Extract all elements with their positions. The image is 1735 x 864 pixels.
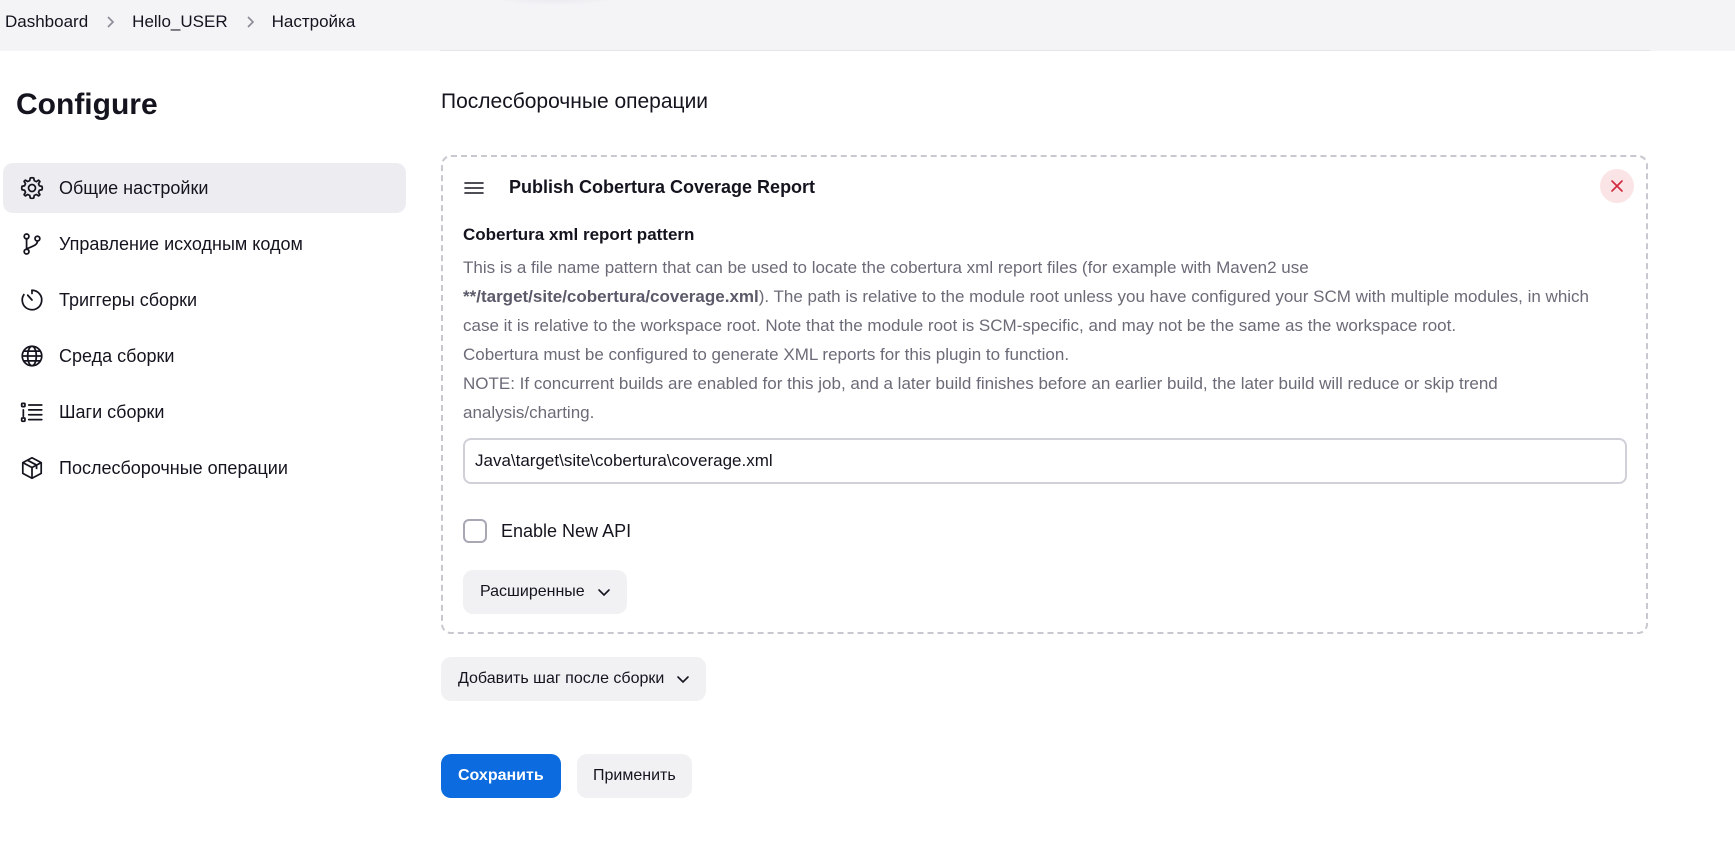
drag-handle-icon[interactable] xyxy=(463,179,485,197)
sidebar-item-label: Триггеры сборки xyxy=(59,289,198,310)
gear-icon xyxy=(17,173,47,203)
source-branch-icon xyxy=(17,229,47,259)
sidebar-item-general[interactable]: Общие настройки xyxy=(3,163,406,213)
close-icon xyxy=(1611,180,1623,192)
report-pattern-input[interactable] xyxy=(463,438,1627,484)
sidebar-item-label: Общие настройки xyxy=(59,177,209,198)
save-button[interactable]: Сохранить xyxy=(441,754,561,798)
sidebar-item-scm[interactable]: Управление исходным кодом xyxy=(3,219,406,269)
header-divider xyxy=(440,50,1650,51)
sidebar-item-post-build[interactable]: Послесборочные операции xyxy=(3,443,406,493)
chevron-right-icon xyxy=(88,15,132,29)
help-example-path: **/target/site/cobertura/coverage.xml xyxy=(463,287,759,306)
advanced-button[interactable]: Расширенные xyxy=(463,570,627,614)
breadcrumb: Dashboard Hello_USER Настройка xyxy=(5,10,355,34)
chevron-down-icon xyxy=(597,589,610,597)
top-bar: Dashboard Hello_USER Настройка xyxy=(0,0,1735,51)
breadcrumb-job[interactable]: Hello_USER xyxy=(132,12,227,32)
post-build-step-card: Publish Cobertura Coverage Report Cobert… xyxy=(441,155,1648,634)
enable-new-api-row: Enable New API xyxy=(463,519,631,543)
sidebar-item-label: Среда сборки xyxy=(59,345,175,366)
apply-button[interactable]: Применить xyxy=(577,754,692,798)
breadcrumb-settings[interactable]: Настройка xyxy=(272,12,356,32)
header-shadow xyxy=(470,0,640,6)
pattern-field-label: Cobertura xml report pattern xyxy=(463,225,695,244)
chevron-right-icon xyxy=(228,15,272,29)
chevron-down-icon xyxy=(677,676,690,684)
add-post-build-step-button[interactable]: Добавить шаг после сборки xyxy=(441,657,707,701)
package-icon xyxy=(17,453,47,483)
timer-icon xyxy=(17,285,47,315)
remove-step-button[interactable] xyxy=(1600,169,1634,203)
breadcrumb-dashboard[interactable]: Dashboard xyxy=(5,12,88,32)
enable-new-api-checkbox[interactable] xyxy=(463,519,487,543)
add-step-label: Добавить шаг после сборки xyxy=(458,670,665,687)
globe-icon xyxy=(17,341,47,371)
sidebar-item-environment[interactable]: Среда сборки xyxy=(3,331,406,381)
pattern-help-text: This is a file name pattern that can be … xyxy=(463,253,1613,427)
help-line-4: NOTE: If concurrent builds are enabled f… xyxy=(463,374,1498,422)
list-icon xyxy=(17,397,47,427)
sidebar-item-label: Шаги сборки xyxy=(59,401,165,422)
help-line-1: This is a file name pattern that can be … xyxy=(463,258,1309,277)
sidebar-item-label: Послесборочные операции xyxy=(59,457,288,478)
step-title: Publish Cobertura Coverage Report xyxy=(509,177,816,197)
sidebar-item-build-steps[interactable]: Шаги сборки xyxy=(3,387,406,437)
advanced-label: Расширенные xyxy=(480,583,585,600)
page-title: Configure xyxy=(16,88,158,121)
section-title: Послесборочные операции xyxy=(441,90,709,113)
sidebar-item-triggers[interactable]: Триггеры сборки xyxy=(3,275,406,325)
help-line-3: Cobertura must be configured to generate… xyxy=(463,345,1070,364)
enable-new-api-label[interactable]: Enable New API xyxy=(501,521,631,542)
sidebar-item-label: Управление исходным кодом xyxy=(59,233,303,254)
sidebar: Общие настройки Управление исходным кодо… xyxy=(3,163,406,499)
